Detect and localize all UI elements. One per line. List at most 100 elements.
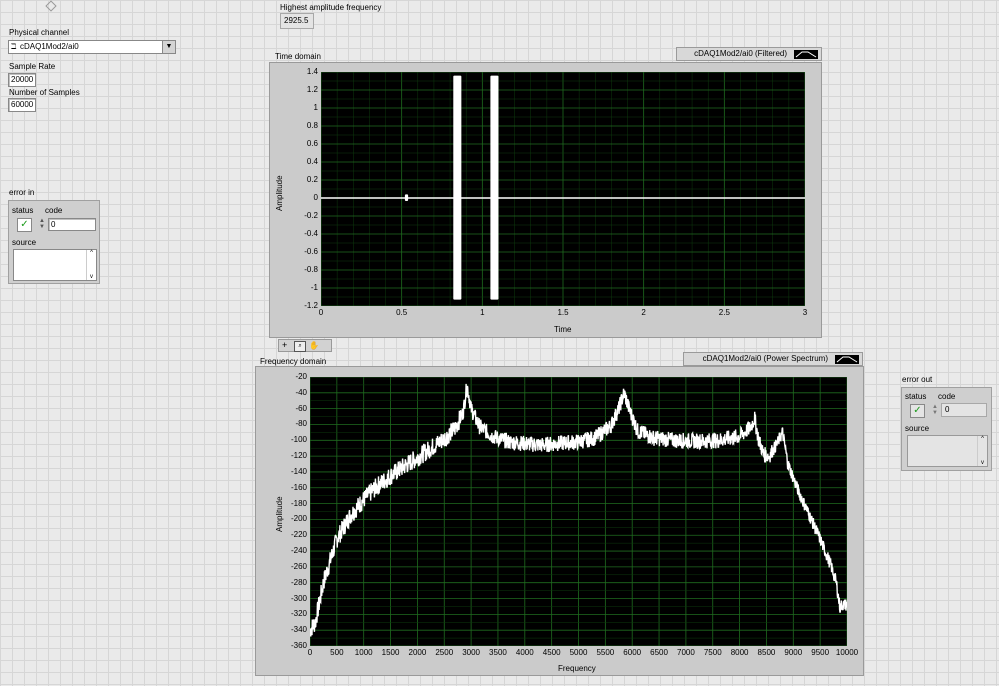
freq-x-tick-label: 0: [307, 648, 313, 657]
freq-x-tick-label: 5500: [596, 648, 615, 657]
time-x-label: Time: [554, 325, 572, 334]
freq-y-tick-label: -360: [290, 641, 307, 650]
time-y-tick-label: -0.2: [304, 211, 318, 220]
error-in-code-stepper[interactable]: ▲ ▼: [39, 218, 47, 230]
time-y-tick-label: -1.2: [304, 301, 318, 310]
freq-plot-area[interactable]: [310, 377, 847, 646]
sample-rate-label: Sample Rate: [9, 62, 56, 71]
time-x-tick-label: 2: [641, 308, 646, 317]
error-in-source-scrollbar[interactable]: ^ v: [86, 250, 96, 280]
time-burst: [490, 75, 499, 300]
freq-y-label: Amplitude: [275, 496, 284, 532]
freq-x-tick-label: 8000: [730, 648, 749, 657]
freq-y-tick-label: -280: [290, 577, 307, 587]
time-graph-legend[interactable]: cDAQ1Mod2/ai0 (Filtered): [676, 47, 822, 61]
time-y-tick-label: 0.8: [306, 121, 318, 130]
diamond-marker-icon: [45, 0, 57, 12]
sample-rate-input[interactable]: 20000: [8, 73, 36, 87]
freq-x-tick-label: 2500: [435, 648, 454, 657]
freq-graph-title: Frequency domain: [260, 357, 327, 366]
freq-x-tick-label: 5000: [569, 648, 588, 657]
error-out-status-label: status: [905, 392, 927, 401]
freq-y-tick-label: -120: [290, 451, 307, 461]
freq-x-tick-label: 3500: [489, 648, 507, 657]
freq-y-tick-label: -140: [290, 466, 307, 476]
error-in-code-input[interactable]: 0: [48, 218, 96, 231]
time-x-tick-label: 1: [480, 308, 485, 317]
error-out-source-textbox: ^ v: [907, 435, 988, 467]
highest-freq-indicator: 2925.5: [280, 13, 314, 29]
physical-channel-control[interactable]: ℶ cDAQ1Mod2/ai0 ▼: [8, 40, 176, 54]
time-y-tick-label: 0: [313, 193, 318, 202]
time-burst: [404, 194, 409, 201]
error-in-status-checkmark-icon[interactable]: ✓: [17, 218, 32, 232]
freq-x-tick-label: 7000: [676, 648, 695, 657]
time-y-tick-label: -1: [310, 283, 318, 292]
freq-x-tick-label: 4500: [542, 648, 561, 657]
zoom-tool-icon[interactable]: ⌕: [294, 341, 306, 352]
pan-tool-icon[interactable]: ✋: [309, 340, 319, 351]
num-samples-input[interactable]: 60000: [8, 98, 36, 112]
error-out-source-label: source: [905, 424, 930, 433]
freq-graph-panel: -20 -40 -60 -80 -100 -120 -140 -160 -180 -200 -220…: [255, 366, 864, 676]
time-graph-title: Time domain: [275, 52, 321, 61]
freq-y-tick-label: -80: [295, 419, 307, 429]
error-in-cluster: status code ✓ ▲ ▼ 0 source ^ v: [8, 200, 100, 284]
time-burst: [453, 75, 462, 300]
scroll-down-icon[interactable]: v: [87, 274, 96, 280]
time-x-tick-label: 0: [318, 308, 324, 317]
error-in-source-label: source: [12, 238, 37, 247]
plot-line-icon: [794, 50, 818, 59]
freq-x-tick-label: 1000: [354, 648, 373, 657]
error-out-code-label: code: [938, 392, 956, 401]
error-out-title: error out: [902, 375, 933, 384]
freq-x-tick-label: 9000: [784, 648, 803, 657]
freq-x-tick-label: 8500: [757, 648, 776, 657]
scroll-up-icon[interactable]: ^: [978, 436, 987, 442]
time-graph-panel: 1.4 1.2 1 0.8 0.6 0.4 0.2 0 -0.2 -0.4 -0.6 -0.8 -1 -1…: [269, 62, 822, 338]
freq-y-tick-label: -160: [290, 482, 307, 492]
freq-x-tick-label: 3000: [462, 648, 480, 657]
freq-x-tick-label: 6500: [650, 648, 668, 657]
error-out-code-indicator: 0: [941, 403, 987, 417]
freq-x-tick-label: 4000: [515, 648, 534, 657]
freq-legend-label: cDAQ1Mod2/ai0 (Power Spectrum): [702, 354, 828, 363]
freq-y-tick-label: -300: [290, 593, 307, 603]
freq-graph-legend[interactable]: cDAQ1Mod2/ai0 (Power Spectrum): [683, 352, 863, 366]
time-y-tick-label: 0.4: [306, 157, 318, 166]
error-out-source-scrollbar[interactable]: ^ v: [977, 436, 987, 466]
time-x-tick-label: 2.5: [718, 308, 730, 317]
highest-freq-label: Highest amplitude frequency: [280, 3, 382, 12]
freq-y-tick-label: -260: [290, 561, 307, 571]
time-y-tick-label: -0.8: [304, 265, 318, 274]
dropdown-arrow-button[interactable]: ▼: [162, 41, 175, 53]
freq-x-tick-label: 2000: [408, 648, 427, 657]
physical-channel-label: Physical channel: [9, 28, 70, 37]
io-terminal-icon: ℶ: [11, 42, 17, 51]
num-samples-label: Number of Samples: [9, 88, 80, 97]
time-y-tick-label: 0.6: [306, 139, 318, 148]
time-y-tick-label: 1.2: [306, 85, 318, 94]
time-y-tick-label: -0.6: [304, 247, 318, 256]
freq-y-tick-label: -240: [290, 546, 307, 556]
cursor-tool-icon[interactable]: +: [282, 340, 287, 351]
error-in-code-label: code: [45, 206, 63, 215]
time-plot-svg: [321, 72, 805, 306]
error-out-cluster: status code ✓ ▲ ▼ 0 source ^ v: [901, 387, 992, 471]
freq-plot-svg: [310, 377, 847, 646]
scroll-down-icon[interactable]: v: [978, 460, 987, 466]
freq-x-tick-label: 6000: [623, 648, 642, 657]
scroll-up-icon[interactable]: ^: [87, 250, 96, 256]
freq-x-tick-label: 9500: [811, 648, 830, 657]
time-legend-label: cDAQ1Mod2/ai0 (Filtered): [694, 49, 787, 58]
freq-y-tick-label: -100: [290, 435, 307, 445]
time-plot-area[interactable]: [321, 72, 805, 306]
freq-x-label: Frequency: [558, 664, 596, 673]
freq-x-tick-label: 10000: [835, 648, 859, 657]
time-y-tick-label: 1.4: [306, 67, 318, 76]
time-x-tick-label: 1.5: [557, 308, 569, 317]
freq-y-tick-label: -20: [295, 372, 307, 381]
error-in-source-textbox[interactable]: ^ v: [13, 249, 97, 281]
error-out-code-arrows-icon: ▲ ▼: [932, 404, 938, 416]
error-out-status-checkmark-icon: ✓: [910, 404, 925, 418]
